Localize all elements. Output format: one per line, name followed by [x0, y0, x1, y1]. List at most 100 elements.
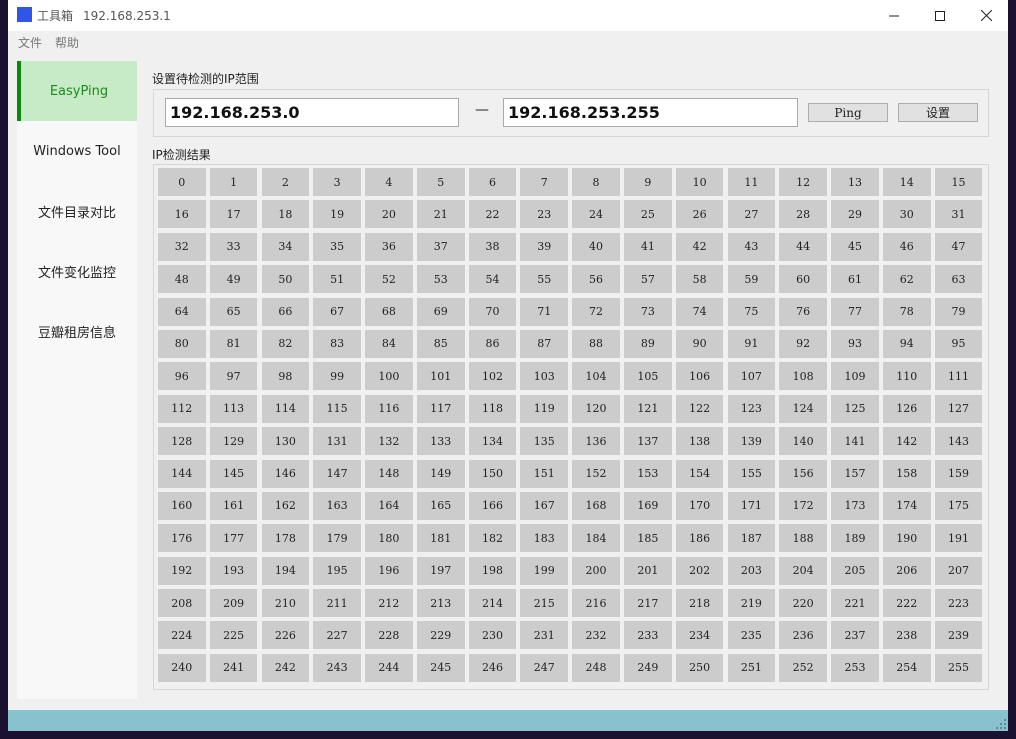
ip-cell[interactable]: 110 [882, 362, 931, 391]
ip-cell[interactable]: 72 [572, 297, 620, 326]
ip-cell[interactable]: 234 [675, 621, 724, 650]
ip-cell[interactable]: 152 [572, 459, 620, 488]
title-bar[interactable]: 工具箱 192.168.253.1 [8, 0, 1008, 31]
ip-cell[interactable]: 189 [831, 524, 879, 553]
ip-cell[interactable]: 135 [520, 427, 569, 456]
ip-cell[interactable]: 121 [624, 394, 672, 423]
ip-cell[interactable]: 6 [468, 168, 517, 196]
ip-cell[interactable]: 197 [416, 556, 465, 585]
ip-cell[interactable]: 41 [624, 232, 672, 261]
ip-cell[interactable]: 73 [624, 297, 672, 326]
ip-cell[interactable]: 49 [209, 265, 258, 294]
ip-cell[interactable]: 213 [416, 589, 465, 618]
sidebar-item-douban-rent[interactable]: 豆瓣租房信息 [17, 301, 137, 361]
ip-cell[interactable]: 119 [520, 394, 569, 423]
ip-cell[interactable]: 170 [675, 491, 724, 520]
ip-cell[interactable]: 169 [624, 491, 672, 520]
ip-cell[interactable]: 218 [675, 589, 724, 618]
ip-cell[interactable]: 229 [416, 621, 465, 650]
ip-cell[interactable]: 211 [313, 589, 361, 618]
ip-cell[interactable]: 204 [779, 556, 827, 585]
ip-cell[interactable]: 22 [468, 200, 517, 229]
ip-cell[interactable]: 209 [209, 589, 258, 618]
ip-cell[interactable]: 107 [727, 362, 776, 391]
ip-cell[interactable]: 67 [313, 297, 361, 326]
ip-cell[interactable]: 237 [831, 621, 879, 650]
ip-cell[interactable]: 219 [727, 589, 776, 618]
ip-cell[interactable]: 75 [727, 297, 776, 326]
ip-cell[interactable]: 206 [882, 556, 931, 585]
ip-cell[interactable]: 245 [416, 653, 465, 682]
ip-cell[interactable]: 80 [158, 329, 206, 358]
ip-cell[interactable]: 34 [261, 232, 310, 261]
ip-cell[interactable]: 83 [313, 329, 361, 358]
ip-cell[interactable]: 216 [572, 589, 620, 618]
ip-cell[interactable]: 194 [261, 556, 310, 585]
ip-cell[interactable]: 157 [831, 459, 879, 488]
ip-cell[interactable]: 198 [468, 556, 517, 585]
ip-cell[interactable]: 26 [675, 200, 724, 229]
ip-cell[interactable]: 233 [624, 621, 672, 650]
ip-cell[interactable]: 58 [675, 265, 724, 294]
ip-cell[interactable]: 69 [416, 297, 465, 326]
ip-cell[interactable]: 0 [158, 168, 206, 196]
ip-cell[interactable]: 171 [727, 491, 776, 520]
ip-cell[interactable]: 57 [624, 265, 672, 294]
ip-cell[interactable]: 173 [831, 491, 879, 520]
ip-cell[interactable]: 18 [261, 200, 310, 229]
ip-cell[interactable]: 201 [624, 556, 672, 585]
ip-cell[interactable]: 187 [727, 524, 776, 553]
ip-cell[interactable]: 112 [158, 394, 206, 423]
ip-cell[interactable]: 90 [675, 329, 724, 358]
ip-cell[interactable]: 61 [831, 265, 879, 294]
ip-cell[interactable]: 156 [779, 459, 827, 488]
ip-cell[interactable]: 106 [675, 362, 724, 391]
ip-cell[interactable]: 44 [779, 232, 827, 261]
ip-cell[interactable]: 100 [365, 362, 413, 391]
ip-cell[interactable]: 14 [882, 168, 931, 196]
ip-cell[interactable]: 125 [831, 394, 879, 423]
ip-cell[interactable]: 1 [209, 168, 258, 196]
ip-cell[interactable]: 137 [624, 427, 672, 456]
ip-cell[interactable]: 153 [624, 459, 672, 488]
ip-cell[interactable]: 70 [468, 297, 517, 326]
ip-cell[interactable]: 51 [313, 265, 361, 294]
ip-cell[interactable]: 164 [365, 491, 413, 520]
sidebar-item-dir-compare[interactable]: 文件目录对比 [17, 181, 137, 241]
ip-cell[interactable]: 88 [572, 329, 620, 358]
ip-cell[interactable]: 92 [779, 329, 827, 358]
ip-cell[interactable]: 64 [158, 297, 206, 326]
ip-cell[interactable]: 162 [261, 491, 310, 520]
ip-cell[interactable]: 40 [572, 232, 620, 261]
ip-cell[interactable]: 78 [882, 297, 931, 326]
ip-cell[interactable]: 148 [365, 459, 413, 488]
ip-cell[interactable]: 142 [882, 427, 931, 456]
ip-cell[interactable]: 8 [572, 168, 620, 196]
ip-cell[interactable]: 124 [779, 394, 827, 423]
ip-cell[interactable]: 193 [209, 556, 258, 585]
ip-cell[interactable]: 180 [365, 524, 413, 553]
ip-cell[interactable]: 238 [882, 621, 931, 650]
ip-cell[interactable]: 86 [468, 329, 517, 358]
ip-cell[interactable]: 31 [934, 200, 983, 229]
ip-cell[interactable]: 63 [934, 265, 983, 294]
ip-cell[interactable]: 103 [520, 362, 569, 391]
ip-cell[interactable]: 254 [882, 653, 931, 682]
menu-file[interactable]: 文件 [18, 34, 42, 51]
ip-cell[interactable]: 52 [365, 265, 413, 294]
ip-cell[interactable]: 95 [934, 329, 983, 358]
ip-cell[interactable]: 115 [313, 394, 361, 423]
ip-cell[interactable]: 47 [934, 232, 983, 261]
ip-cell[interactable]: 224 [158, 621, 206, 650]
ip-cell[interactable]: 249 [624, 653, 672, 682]
ip-cell[interactable]: 116 [365, 394, 413, 423]
ip-cell[interactable]: 98 [261, 362, 310, 391]
ip-cell[interactable]: 126 [882, 394, 931, 423]
ip-cell[interactable]: 12 [779, 168, 827, 196]
ip-cell[interactable]: 208 [158, 589, 206, 618]
ip-cell[interactable]: 182 [468, 524, 517, 553]
ip-cell[interactable]: 202 [675, 556, 724, 585]
ip-cell[interactable]: 131 [313, 427, 361, 456]
ip-cell[interactable]: 241 [209, 653, 258, 682]
ip-cell[interactable]: 151 [520, 459, 569, 488]
